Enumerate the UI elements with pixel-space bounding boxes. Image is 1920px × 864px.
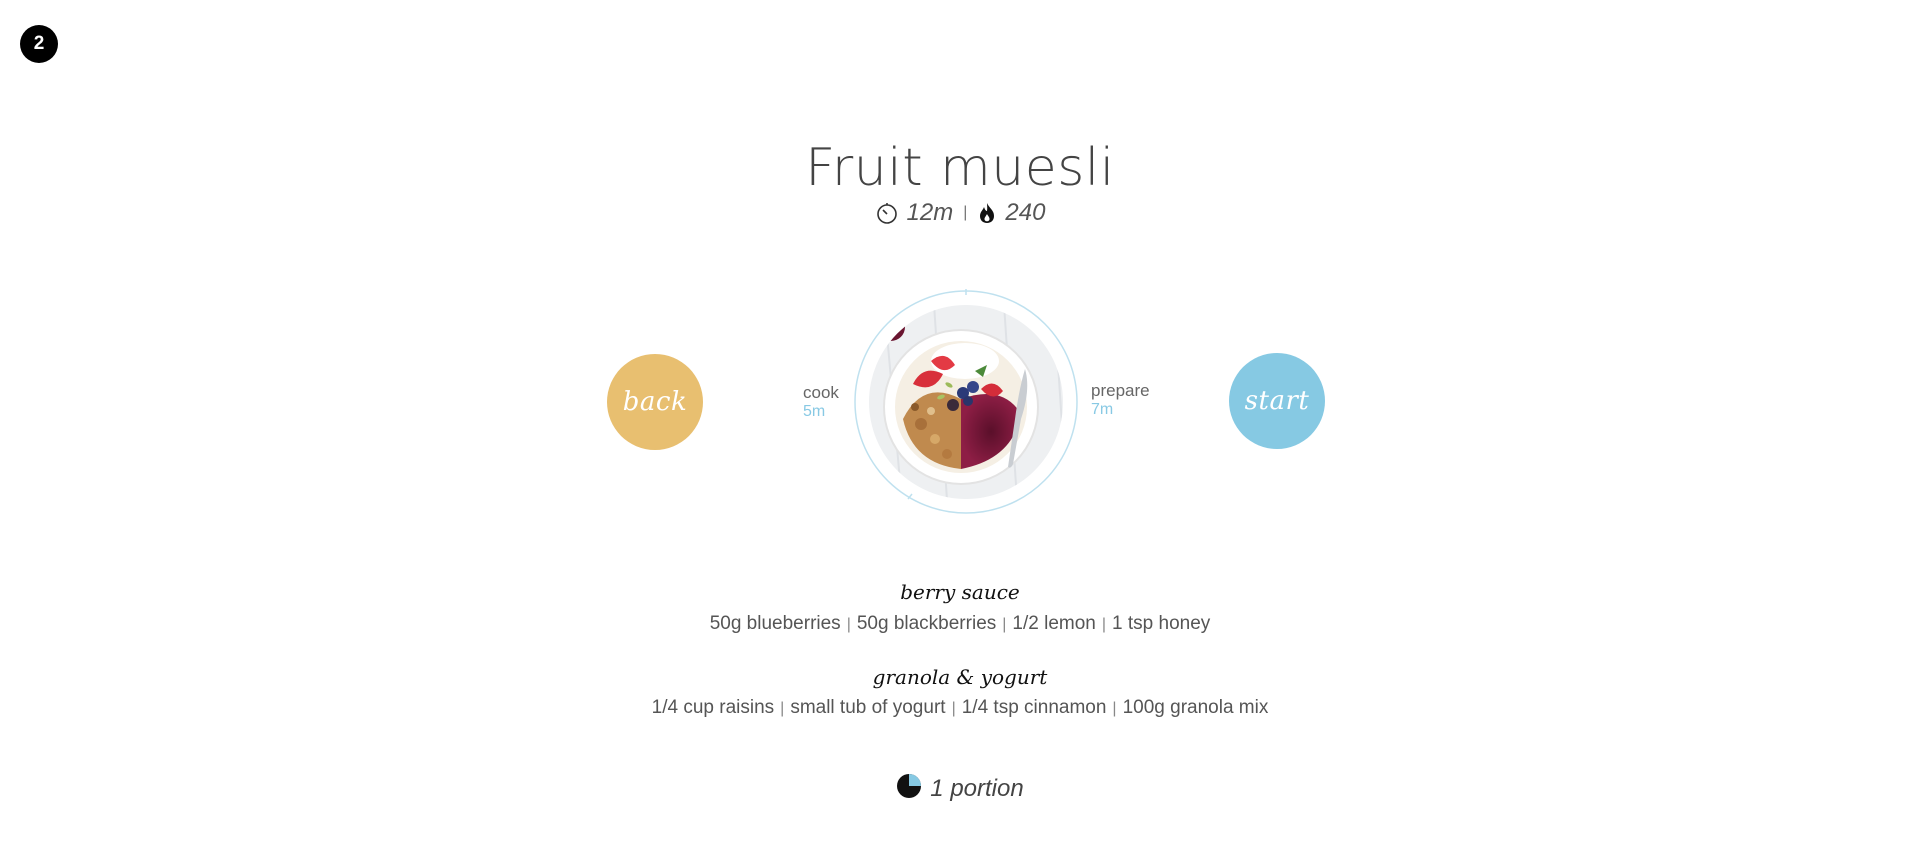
prepare-label: prepare	[1091, 381, 1150, 400]
portion-label: 1 portion	[930, 775, 1024, 802]
recipe-dish-dial	[854, 289, 1078, 514]
cook-time: cook 5m	[803, 383, 839, 421]
recipe-meta: 12m | 240	[0, 198, 1920, 228]
total-time: 12m	[906, 199, 954, 226]
calories-value: 240	[1005, 199, 1046, 226]
prepare-value: 7m	[1091, 401, 1114, 418]
step-number-badge: 2	[20, 25, 58, 63]
section-title-granola-yogurt: granola & yogurt	[872, 665, 1048, 689]
ingredient-divider: |	[951, 700, 956, 717]
cook-value: 5m	[803, 403, 826, 420]
prepare-time: prepare 7m	[1091, 381, 1150, 419]
ingredient-divider: |	[1101, 616, 1107, 633]
ingredient: small tub of yogurt	[790, 697, 946, 718]
cook-label: cook	[803, 383, 839, 402]
ingredient: 1/2 lemon	[1012, 613, 1096, 634]
ingredient: 1 tsp honey	[1112, 613, 1211, 634]
flame-icon	[977, 201, 997, 225]
ingredient-divider: |	[780, 700, 785, 717]
portion-info: 1 portion	[0, 773, 1920, 805]
pie-portion-icon	[896, 773, 922, 806]
ingredient: 1/4 cup raisins	[651, 697, 775, 718]
ingredient: 50g blackberries	[856, 613, 997, 634]
ingredients-berry-sauce: 50g blueberries | 50g blackberries | 1/2 lem…	[0, 613, 1920, 635]
back-button[interactable]: back	[607, 354, 703, 450]
dish-photo	[869, 305, 1063, 499]
timer-icon	[875, 201, 899, 225]
ingredient-divider: |	[1002, 616, 1007, 633]
recipe-title: Fruit muesli	[805, 138, 1115, 198]
ingredient: 100g granola mix	[1122, 697, 1269, 718]
ingredient: 1/4 tsp cinnamon	[961, 697, 1107, 718]
ingredient: 50g blueberries	[709, 613, 841, 634]
meta-divider: |	[963, 204, 968, 221]
ingredients-granola-yogurt: 1/4 cup raisins | small tub of yogurt | 1/4 …	[0, 697, 1920, 719]
section-title-berry-sauce: berry sauce	[900, 580, 1020, 604]
ingredient-divider: |	[846, 616, 851, 633]
ingredient-divider: |	[1112, 700, 1117, 717]
start-button[interactable]: start	[1229, 353, 1325, 449]
